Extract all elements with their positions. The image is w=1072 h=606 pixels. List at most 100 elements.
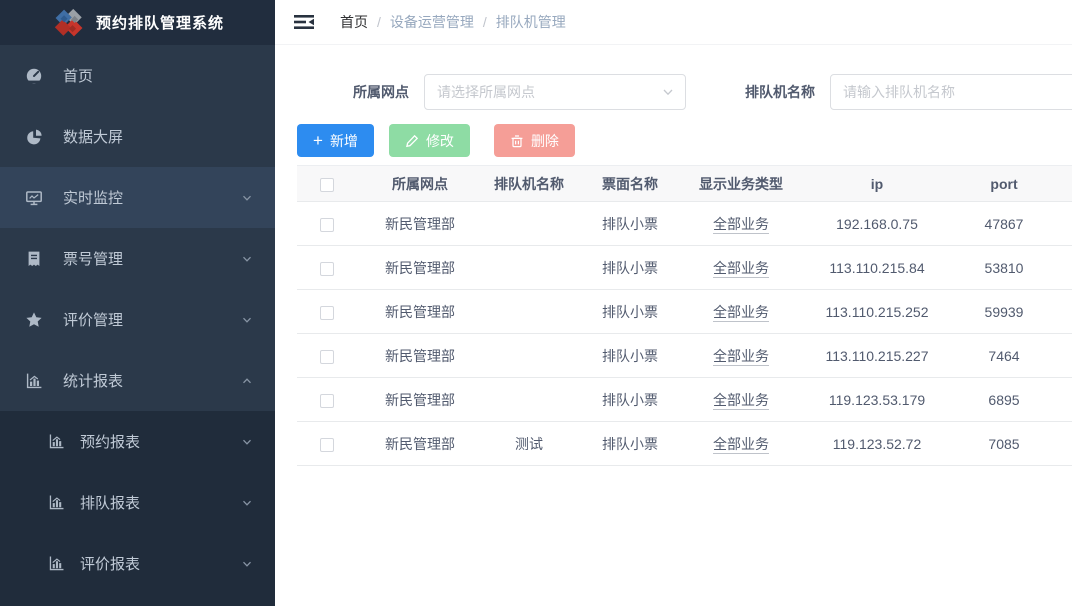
trash-icon bbox=[510, 134, 524, 148]
site-filter-label: 所属网点 bbox=[353, 82, 409, 102]
cell-ip: 119.123.52.72 bbox=[797, 422, 957, 466]
cell-business-type: 全部业务 bbox=[685, 334, 797, 378]
chevron-down-icon bbox=[241, 314, 253, 326]
cell-machine-name bbox=[483, 246, 575, 290]
edit-button-label: 修改 bbox=[426, 131, 454, 151]
cell-port: 7464 bbox=[957, 334, 1051, 378]
table-row: 新民管理部 排队小票 全部业务 113.110.215.227 7464 bbox=[297, 334, 1072, 378]
statistics-submenu: 预约报表 排队报表 评价报表 bbox=[0, 411, 275, 606]
delete-button-label: 删除 bbox=[531, 131, 559, 151]
breadcrumb-separator: / bbox=[483, 14, 487, 30]
sidebar-item-ticket-mgmt[interactable]: 票号管理 bbox=[0, 228, 275, 289]
cell-business-type: 全部业务 bbox=[685, 378, 797, 422]
sidebar-item-queue-report[interactable]: 排队报表 bbox=[0, 472, 275, 533]
sidebar-item-review-mgmt[interactable]: 评价管理 bbox=[0, 289, 275, 350]
cell-port: 53810 bbox=[957, 246, 1051, 290]
sidebar-item-review-report[interactable]: 评价报表 bbox=[0, 533, 275, 594]
row-select-cell bbox=[297, 334, 357, 378]
sidebar-item-label: 评价管理 bbox=[63, 309, 241, 330]
pencil-icon bbox=[405, 134, 419, 148]
machine-name-label: 排队机名称 bbox=[745, 82, 815, 102]
table-body: 新民管理部 排队小票 全部业务 192.168.0.75 47867 新民管理部… bbox=[297, 202, 1072, 466]
row-select-cell bbox=[297, 378, 357, 422]
bar-chart-icon bbox=[25, 372, 43, 390]
breadcrumb-home[interactable]: 首页 bbox=[340, 12, 368, 32]
breadcrumb-queue-machine: 排队机管理 bbox=[496, 12, 566, 32]
table-row: 新民管理部 排队小票 全部业务 119.123.53.179 6895 bbox=[297, 378, 1072, 422]
cell-machine-name bbox=[483, 378, 575, 422]
row-checkbox[interactable] bbox=[320, 262, 334, 276]
cell-port: 6895 bbox=[957, 378, 1051, 422]
table-row: 新民管理部 排队小票 全部业务 113.110.215.252 59939 bbox=[297, 290, 1072, 334]
cell-site: 新民管理部 bbox=[357, 378, 483, 422]
cell-empty bbox=[1051, 378, 1072, 422]
cell-port: 47867 bbox=[957, 202, 1051, 246]
breadcrumb-device-ops[interactable]: 设备运营管理 bbox=[390, 12, 474, 32]
monitor-icon bbox=[25, 189, 43, 207]
cell-ip: 119.123.53.179 bbox=[797, 378, 957, 422]
table-row: 新民管理部 排队小票 全部业务 192.168.0.75 47867 bbox=[297, 202, 1072, 246]
sidebar-item-label: 预约报表 bbox=[80, 431, 241, 452]
topbar: 首页 / 设备运营管理 / 排队机管理 bbox=[275, 0, 1072, 45]
cell-site: 新民管理部 bbox=[357, 422, 483, 466]
row-select-cell bbox=[297, 290, 357, 334]
row-checkbox[interactable] bbox=[320, 306, 334, 320]
col-header-biz: 显示业务类型 bbox=[685, 166, 797, 202]
cell-machine-name: 测试 bbox=[483, 422, 575, 466]
collapse-menu-icon[interactable] bbox=[293, 12, 315, 32]
site-select-placeholder: 请选择所属网点 bbox=[437, 82, 661, 102]
col-header-empty bbox=[1051, 166, 1072, 202]
cell-site: 新民管理部 bbox=[357, 202, 483, 246]
row-select-cell bbox=[297, 422, 357, 466]
delete-button[interactable]: 删除 bbox=[494, 124, 575, 157]
cell-ip: 113.110.215.227 bbox=[797, 334, 957, 378]
edit-button[interactable]: 修改 bbox=[389, 124, 470, 157]
cell-ticket-name: 排队小票 bbox=[575, 334, 685, 378]
sidebar: 预约排队管理系统 首页 数据大屏 实时监控 bbox=[0, 0, 275, 606]
table-row: 新民管理部 排队小票 全部业务 113.110.215.84 53810 bbox=[297, 246, 1072, 290]
row-checkbox[interactable] bbox=[320, 438, 334, 452]
app-title: 预约排队管理系统 bbox=[96, 12, 224, 33]
cell-site: 新民管理部 bbox=[357, 246, 483, 290]
sidebar-item-label: 首页 bbox=[63, 65, 253, 86]
sidebar-header: 预约排队管理系统 bbox=[0, 0, 275, 45]
col-header-machine: 排队机名称 bbox=[483, 166, 575, 202]
cell-machine-name bbox=[483, 290, 575, 334]
machine-name-filter: 排队机名称 bbox=[745, 74, 1072, 110]
row-checkbox[interactable] bbox=[320, 218, 334, 232]
sidebar-item-home[interactable]: 首页 bbox=[0, 45, 275, 106]
app-logo-icon bbox=[50, 4, 88, 42]
sidebar-item-appointment-report[interactable]: 预约报表 bbox=[0, 411, 275, 472]
ticket-icon bbox=[25, 250, 43, 268]
select-all-checkbox[interactable] bbox=[320, 178, 334, 192]
row-checkbox[interactable] bbox=[320, 350, 334, 364]
cell-ticket-name: 排队小票 bbox=[575, 378, 685, 422]
table-row: 新民管理部 测试 排队小票 全部业务 119.123.52.72 7085 bbox=[297, 422, 1072, 466]
select-all-cell bbox=[297, 166, 357, 202]
row-select-cell bbox=[297, 246, 357, 290]
cell-empty bbox=[1051, 334, 1072, 378]
col-header-ip: ip bbox=[797, 166, 957, 202]
add-button[interactable]: + 新增 bbox=[297, 124, 374, 157]
breadcrumb: 首页 / 设备运营管理 / 排队机管理 bbox=[340, 12, 566, 32]
toolbar: + 新增 修改 删除 bbox=[297, 124, 1072, 157]
chevron-up-icon bbox=[241, 375, 253, 387]
cell-machine-name bbox=[483, 202, 575, 246]
main-content: 首页 / 设备运营管理 / 排队机管理 所属网点 请选择所属网点 排队机名称 +… bbox=[275, 0, 1072, 606]
sidebar-item-label: 排队报表 bbox=[80, 492, 241, 513]
bar-chart-icon bbox=[47, 433, 65, 450]
chevron-down-icon bbox=[241, 192, 253, 204]
cell-empty bbox=[1051, 422, 1072, 466]
row-checkbox[interactable] bbox=[320, 394, 334, 408]
machine-name-input[interactable] bbox=[830, 74, 1072, 110]
sidebar-item-realtime-monitor[interactable]: 实时监控 bbox=[0, 167, 275, 228]
cell-empty bbox=[1051, 290, 1072, 334]
dashboard-icon bbox=[25, 67, 43, 85]
site-select[interactable]: 请选择所属网点 bbox=[424, 74, 686, 110]
col-header-port: port bbox=[957, 166, 1051, 202]
chevron-down-icon bbox=[241, 253, 253, 265]
sidebar-menu: 首页 数据大屏 实时监控 票号管理 bbox=[0, 45, 275, 606]
sidebar-item-statistics[interactable]: 统计报表 bbox=[0, 350, 275, 411]
sidebar-item-data-screen[interactable]: 数据大屏 bbox=[0, 106, 275, 167]
chevron-down-icon bbox=[241, 558, 253, 570]
